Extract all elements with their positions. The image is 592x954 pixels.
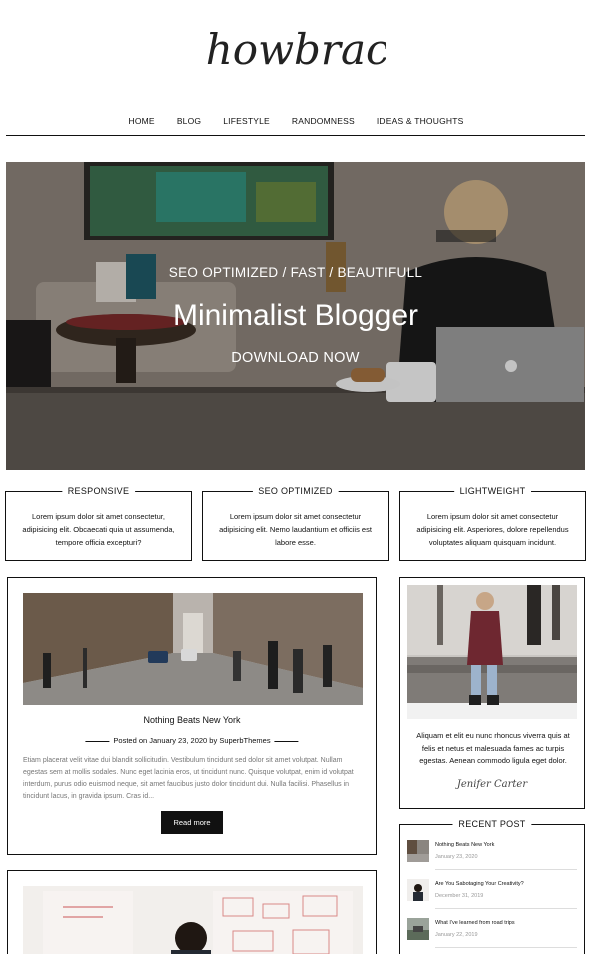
hero-kicker: SEO OPTIMIZED / FAST / BEAUTIFULL xyxy=(168,265,423,280)
post-title[interactable]: Nothing Beats New York xyxy=(8,715,376,725)
nav-randomness[interactable]: RANDOMNESS xyxy=(292,116,355,126)
main-nav: HOME BLOG LIFESTYLE RANDOMNESS IDEAS & T… xyxy=(0,116,592,126)
site-logo[interactable]: Showbrack xyxy=(0,12,592,80)
recent-post-date: December 31, 2019 xyxy=(435,893,484,899)
nav-blog[interactable]: BLOG xyxy=(177,116,201,126)
recent-post-thumbnail xyxy=(407,840,429,862)
recent-post-date: January 22, 2019 xyxy=(435,932,478,938)
recent-post-thumbnail xyxy=(407,918,429,940)
post-card xyxy=(7,870,377,954)
nav-ideas-thoughts[interactable]: IDEAS & THOUGHTS xyxy=(377,116,464,126)
recent-post-date: January 23, 2020 xyxy=(435,854,478,860)
feature-text: Lorem ipsum dolor sit amet consectetur a… xyxy=(416,512,569,547)
recent-post-item[interactable]: Nothing Beats New York January 23, 2020 xyxy=(407,840,577,870)
hero-banner: SEO OPTIMIZED / FAST / BEAUTIFULL Minima… xyxy=(6,162,585,470)
feature-title: LIGHTWEIGHT xyxy=(427,486,558,496)
nav-lifestyle[interactable]: LIFESTYLE xyxy=(223,116,270,126)
recent-divider xyxy=(435,908,577,909)
feature-text: Lorem ipsum dolor sit amet consectetur a… xyxy=(219,512,372,547)
feature-box-lightweight: LIGHTWEIGHT Lorem ipsum dolor sit amet c… xyxy=(399,486,586,561)
recent-post-item[interactable]: What I've learned from road trips Januar… xyxy=(407,918,577,948)
recent-post-title[interactable]: Are You Sabotaging Your Creativity? xyxy=(435,881,524,887)
recent-post-title[interactable]: Nothing Beats New York xyxy=(435,842,494,848)
recent-post-thumbnail xyxy=(407,879,429,901)
recent-divider xyxy=(435,947,577,948)
feature-box-seo: SEO OPTIMIZED Lorem ipsum dolor sit amet… xyxy=(202,486,389,561)
about-text: Aliquam et elit eu nunc rhoncus viverra … xyxy=(416,731,570,765)
download-button[interactable]: DOWNLOAD NOW xyxy=(6,350,585,366)
hero-title: Minimalist Blogger xyxy=(172,299,419,332)
feature-title: SEO OPTIMIZED xyxy=(226,486,366,496)
read-more-button[interactable]: Read more xyxy=(161,811,223,834)
about-photo xyxy=(407,585,577,719)
author-signature: Jenifer Carter xyxy=(456,779,528,790)
feature-box-responsive: RESPONSIVE Lorem ipsum dolor sit amet co… xyxy=(5,486,192,561)
feature-title: RESPONSIVE xyxy=(35,486,161,496)
post-card: Nothing Beats New York Posted on January… xyxy=(7,577,377,855)
logo-text: Showbrack xyxy=(206,25,386,74)
recent-post-title[interactable]: What I've learned from road trips xyxy=(435,920,515,926)
recent-post-item[interactable]: Are You Sabotaging Your Creativity? Dece… xyxy=(407,879,577,909)
nav-home[interactable]: HOME xyxy=(129,116,155,126)
about-widget: Aliquam et elit eu nunc rhoncus viverra … xyxy=(399,577,585,809)
feature-text: Lorem ipsum dolor sit amet consectetur, … xyxy=(22,512,175,547)
recent-divider xyxy=(435,869,577,870)
city-street-image xyxy=(23,593,363,705)
logo-wordmark: Showbrack xyxy=(206,25,386,74)
recent-posts-widget: RECENT POST Nothing Beats New York Janua… xyxy=(399,819,585,954)
post-excerpt: Etiam placerat velit vitae dui blandit s… xyxy=(23,757,354,800)
post-thumbnail[interactable] xyxy=(23,886,363,954)
recent-posts-title: RECENT POST xyxy=(422,819,562,829)
post-meta: Posted on January 23, 2020 by SuperbThem… xyxy=(85,736,299,745)
post-thumbnail[interactable] xyxy=(23,593,363,705)
nav-divider xyxy=(6,135,585,136)
woman-snow-image xyxy=(407,585,577,719)
whiteboard-image xyxy=(23,886,363,954)
